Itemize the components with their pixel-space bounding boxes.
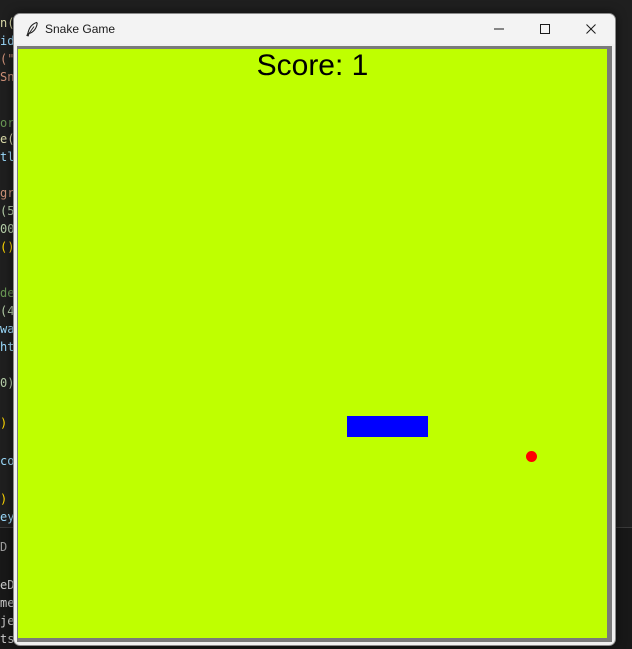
editor-line-fragment: (4 [0,304,14,318]
editor-line-fragment: gr [0,186,14,200]
food [526,451,537,462]
editor-line-fragment: me [0,596,14,610]
editor-line-fragment: ht [0,340,14,354]
score-text: Score: 1 [256,49,369,82]
editor-line-fragment: 00 [0,222,14,236]
editor-line-fragment: ey [0,510,14,524]
editor-line-fragment: ) [0,492,8,506]
editor-line-fragment: wa [0,322,14,336]
close-button[interactable] [568,14,614,44]
editor-line-fragment: id [0,34,14,48]
editor-line-fragment: or [0,116,14,130]
editor-line-fragment: je [0,614,14,628]
editor-line-fragment: Sn [0,70,14,84]
editor-line-fragment: () [0,240,14,254]
title-bar[interactable]: Snake Game [14,14,615,44]
snake-game-window: Snake Game Score: 1 [13,13,616,646]
snake-segment [347,416,367,437]
editor-line-fragment: co [0,454,14,468]
close-icon [585,20,597,39]
maximize-icon [539,20,551,39]
minimize-button[interactable] [476,14,522,44]
editor-line-fragment: eD [0,578,14,592]
snake-segment [407,416,428,437]
editor-line-fragment: tl [0,150,14,164]
editor-line-fragment: ) [0,416,8,430]
editor-line-fragment: D [0,540,8,554]
editor-line-fragment: ts [0,632,14,646]
snake-segment [387,416,407,437]
editor-line-fragment: (" [0,52,14,66]
editor-line-fragment: de [0,286,14,300]
game-canvas[interactable]: Score: 1 [18,49,607,638]
feather-icon [24,21,40,37]
editor-line-fragment: n( [0,16,14,30]
editor-line-fragment: 0) [0,376,14,390]
snake-segment [367,416,387,437]
maximize-button[interactable] [522,14,568,44]
editor-line-fragment: e( [0,132,14,146]
editor-line-fragment: (5 [0,204,14,218]
minimize-icon [493,20,505,39]
window-title: Snake Game [45,22,116,36]
